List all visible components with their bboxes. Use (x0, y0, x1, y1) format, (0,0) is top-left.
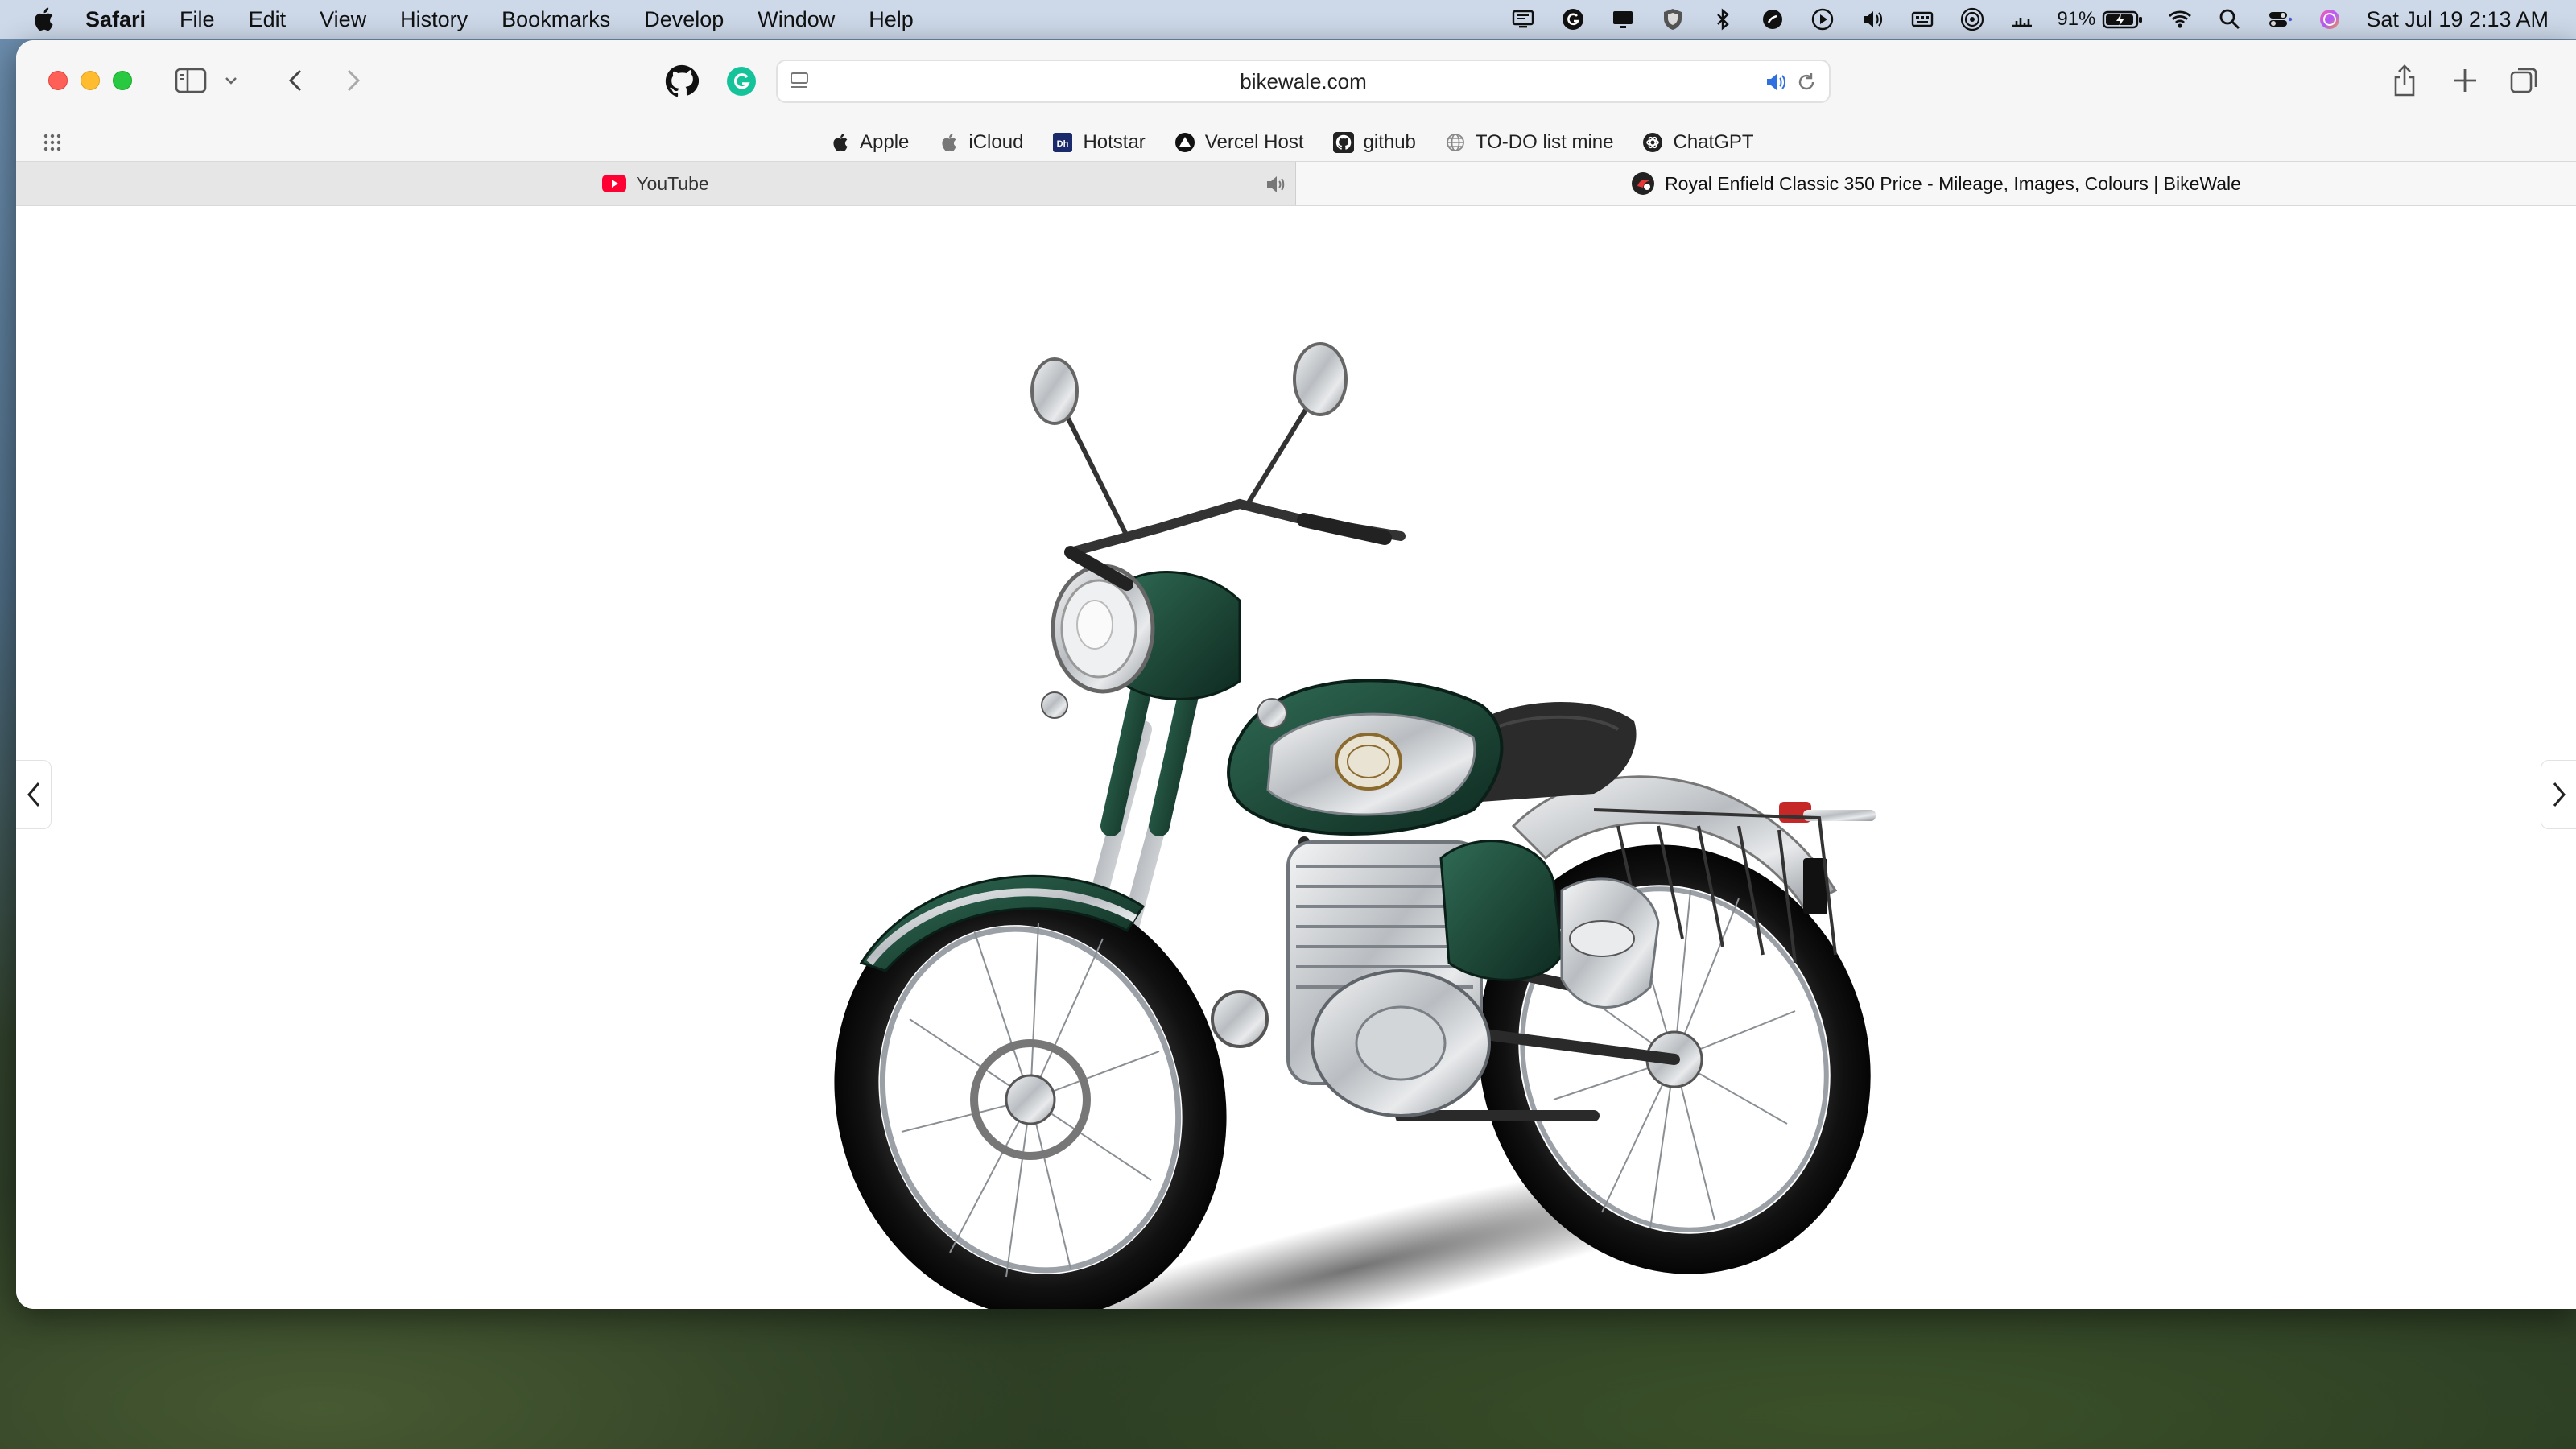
bookmark-label: ChatGPT (1673, 131, 1754, 153)
control-center-icon[interactable] (2266, 6, 2293, 33)
tab-title: Royal Enfield Classic 350 Price - Mileag… (1665, 172, 2241, 194)
bookmark-vercel-host[interactable]: Vercel Host (1174, 131, 1304, 154)
siri-icon[interactable] (2316, 6, 2343, 33)
menu-help[interactable]: Help (869, 7, 914, 32)
bookmark-label: TO-DO list mine (1475, 131, 1614, 153)
keyboard-icon[interactable] (1909, 6, 1936, 33)
github-extension-icon[interactable] (665, 64, 699, 98)
bikewale-favicon-icon (1632, 172, 1655, 195)
tab-overview-icon[interactable] (2508, 64, 2541, 97)
apple-menu-icon[interactable] (31, 6, 55, 33)
bookmark-github[interactable]: github (1332, 131, 1416, 154)
volume-icon[interactable] (1859, 6, 1886, 33)
battery-icon[interactable] (2102, 6, 2144, 33)
menu-bookmarks[interactable]: Bookmarks (502, 7, 610, 32)
menubar-clock[interactable]: Sat Jul 19 2:13 AM (2366, 7, 2549, 32)
menu-edit[interactable]: Edit (249, 7, 287, 32)
globe-icon (1445, 132, 1466, 153)
menu-view[interactable]: View (320, 7, 366, 32)
tab-title: YouTube (636, 172, 709, 194)
screen-mirror-icon[interactable] (1609, 6, 1637, 33)
airdrop-icon[interactable] (1959, 6, 1986, 33)
tab-bikewale[interactable]: Royal Enfield Classic 350 Price - Mileag… (1296, 162, 2576, 205)
forward-chevron-icon[interactable] (338, 64, 367, 97)
grammarly-icon[interactable] (1559, 6, 1587, 33)
spotlight-icon[interactable] (2216, 6, 2244, 33)
youtube-icon (602, 175, 627, 192)
menu-history[interactable]: History (400, 7, 468, 32)
bookmark-todo-list[interactable]: TO-DO list mine (1445, 131, 1614, 154)
app-menu-safari[interactable]: Safari (85, 7, 146, 32)
vercel-icon (1174, 132, 1195, 153)
hotstar-icon: Dh (1052, 132, 1073, 153)
new-tab-plus-icon[interactable] (2450, 66, 2479, 95)
bookmark-label: Apple (860, 131, 910, 153)
safari-window: bikewale.com Apple iCloud Dh Hotstar Ver… (16, 40, 2576, 1309)
gallery-next-button[interactable] (2541, 760, 2576, 829)
apple-icon (938, 132, 959, 153)
bookmark-label: Vercel Host (1204, 131, 1304, 153)
battery-percent: 91% (2057, 8, 2096, 30)
vpn-icon[interactable] (1759, 6, 1786, 33)
tab-mute-speaker-icon[interactable] (1265, 173, 1287, 196)
svg-text:Dh: Dh (1057, 139, 1069, 149)
menu-window[interactable]: Window (758, 7, 835, 32)
activity-icon[interactable] (2008, 6, 2036, 33)
bookmark-label: Hotstar (1083, 131, 1146, 153)
window-zoom-button[interactable] (113, 71, 132, 90)
shield-icon[interactable] (1659, 6, 1686, 33)
chevron-right-icon (2553, 782, 2566, 807)
chatgpt-icon (1642, 132, 1663, 153)
window-close-button[interactable] (48, 71, 68, 90)
back-chevron-icon[interactable] (282, 64, 311, 97)
headlamp (1051, 564, 1155, 694)
url-text[interactable]: bikewale.com (778, 61, 1829, 101)
display-icon[interactable] (1509, 6, 1537, 33)
sidebar-toggle-icon[interactable] (174, 64, 208, 97)
bookmark-hotstar[interactable]: Dh Hotstar (1052, 131, 1146, 154)
bluetooth-icon[interactable] (1709, 6, 1736, 33)
window-minimize-button[interactable] (80, 71, 100, 90)
mirrors (1030, 342, 1348, 538)
gallery-prev-button[interactable] (16, 760, 52, 829)
chevron-left-icon (27, 782, 39, 807)
address-bar[interactable]: bikewale.com (776, 60, 1831, 103)
motorcycle-image (834, 342, 1876, 1309)
browser-toolbar: bikewale.com (16, 40, 2576, 124)
tab-youtube[interactable]: YouTube (16, 162, 1296, 205)
favorites-bar: Apple iCloud Dh Hotstar Vercel Host gith… (16, 124, 2576, 161)
page-content (16, 206, 2576, 1309)
play-icon[interactable] (1809, 6, 1836, 33)
bookmark-apple[interactable]: Apple (829, 131, 909, 154)
wifi-icon[interactable] (2166, 6, 2194, 33)
tab-group-chevron-down-icon[interactable] (222, 72, 240, 89)
grammarly-extension-icon[interactable] (724, 64, 758, 98)
github-icon (1332, 132, 1354, 153)
menu-develop[interactable]: Develop (644, 7, 724, 32)
share-icon[interactable] (2391, 63, 2418, 98)
apple-icon (829, 132, 850, 153)
bookmark-label: iCloud (968, 131, 1024, 153)
audio-playing-icon[interactable] (1765, 71, 1789, 93)
bookmark-label: github (1363, 131, 1416, 153)
apps-grid-icon[interactable] (42, 132, 63, 153)
tab-bar: YouTube Royal Enfield Classic 350 Price … (16, 161, 2576, 206)
bookmark-icloud[interactable]: iCloud (938, 131, 1023, 154)
reload-icon[interactable] (1795, 71, 1818, 93)
bookmark-chatgpt[interactable]: ChatGPT (1642, 131, 1754, 154)
menu-file[interactable]: File (180, 7, 215, 32)
menu-bar: Safari File Edit View History Bookmarks … (0, 0, 2576, 39)
